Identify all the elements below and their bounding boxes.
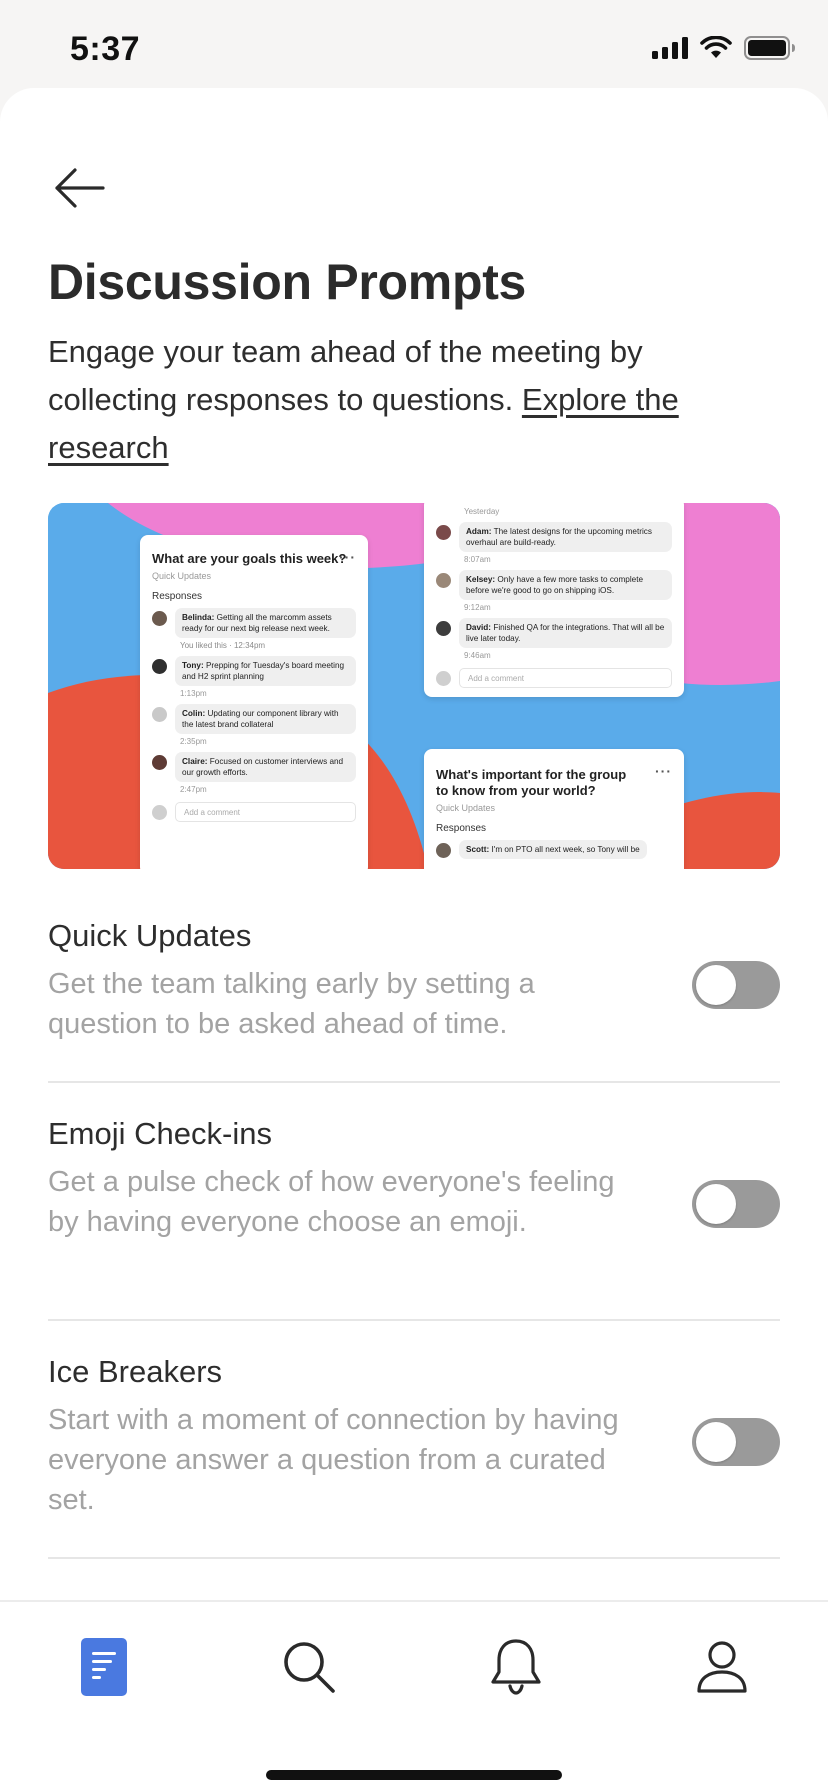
comment-bubble: David: Finished QA for the integrations.… xyxy=(459,618,672,648)
more-options-icon: ··· xyxy=(655,763,672,779)
search-icon xyxy=(284,1642,335,1693)
bottom-tab-bar xyxy=(0,1600,828,1792)
comment-input-row: Add a comment xyxy=(436,668,672,688)
hero-card-title: What's important for the group to know f… xyxy=(436,767,627,798)
comment-bubble: Claire: Focused on customer interviews a… xyxy=(175,752,356,782)
avatar xyxy=(436,525,451,540)
setting-title: Ice Breakers xyxy=(48,1354,223,1389)
comment-bubble: Adam: The latest designs for the upcomin… xyxy=(459,522,672,552)
comment-row: Kelsey: Only have a few more tasks to co… xyxy=(436,570,672,600)
comment-input: Add a comment xyxy=(175,802,356,822)
more-options-icon: ··· xyxy=(339,549,356,565)
avatar xyxy=(152,611,167,626)
toggle-knob xyxy=(696,1422,736,1462)
comment-meta: 8:07am xyxy=(464,555,491,564)
divider xyxy=(48,1557,780,1559)
comment-bubble: Kelsey: Only have a few more tasks to co… xyxy=(459,570,672,600)
comment-row: Adam: The latest designs for the upcomin… xyxy=(436,522,672,552)
toggle-knob xyxy=(696,965,736,1005)
comment-row: David: Finished QA for the integrations.… xyxy=(436,618,672,648)
status-bar: 5:37 xyxy=(0,0,828,100)
comment-meta: 1:13pm xyxy=(180,689,207,698)
main-sheet: Discussion Prompts Engage your team ahea… xyxy=(0,88,828,1792)
setting-description: Start with a moment of connection by hav… xyxy=(48,1404,619,1516)
avatar xyxy=(436,621,451,636)
wifi-icon xyxy=(700,36,732,58)
page-description: Engage your team ahead of the meeting by… xyxy=(48,328,748,472)
hero-card-title: What are your goals this week? xyxy=(152,551,347,566)
hero-card-subtitle: Quick Updates xyxy=(152,571,212,581)
comment-row: Colin: Updating our component library wi… xyxy=(152,704,356,734)
page-title: Discussion Prompts xyxy=(48,254,527,310)
tab-profile[interactable] xyxy=(677,1632,767,1702)
quick-updates-toggle[interactable] xyxy=(692,961,780,1009)
comment-meta: You liked this · 12:34pm xyxy=(180,641,266,650)
battery-icon xyxy=(744,36,795,60)
setting-ice-breakers: Ice Breakers Start with a moment of conn… xyxy=(48,1354,780,1520)
comment-meta: 2:35pm xyxy=(180,737,207,746)
hero-card-important: What's important for the group to know f… xyxy=(424,749,684,869)
divider xyxy=(48,1081,780,1083)
setting-description: Get a pulse check of how everyone's feel… xyxy=(48,1166,615,1238)
comment-bubble: Belinda: Getting all the marcomm assets … xyxy=(175,608,356,638)
avatar xyxy=(152,707,167,722)
setting-title: Emoji Check-ins xyxy=(48,1116,272,1151)
home-indicator xyxy=(266,1770,562,1780)
comment-row: Belinda: Getting all the marcomm assets … xyxy=(152,608,356,638)
comment-row: Claire: Focused on customer interviews a… xyxy=(152,752,356,782)
setting-emoji-checkins: Emoji Check-ins Get a pulse check of how… xyxy=(48,1116,780,1242)
avatar xyxy=(152,659,167,674)
setting-title: Quick Updates xyxy=(48,918,252,953)
ice-breakers-toggle[interactable] xyxy=(692,1418,780,1466)
cellular-signal-icon xyxy=(652,37,688,59)
comment-meta: 9:12am xyxy=(464,603,491,612)
hero-card-thread: Yesterday Adam: The latest designs for t… xyxy=(424,503,684,697)
tab-search[interactable] xyxy=(264,1632,354,1702)
tab-documents[interactable] xyxy=(59,1632,149,1702)
comment-bubble: Scott: I'm on PTO all next week, so Tony… xyxy=(459,840,647,859)
hero-card-subtitle: Quick Updates xyxy=(436,803,496,813)
status-icons xyxy=(652,36,796,60)
emoji-checkins-toggle[interactable] xyxy=(692,1180,780,1228)
avatar xyxy=(436,670,451,686)
comment-input: Add a comment xyxy=(459,668,672,688)
avatar xyxy=(152,804,167,820)
comment-bubble: Colin: Updating our component library wi… xyxy=(175,704,356,734)
status-time: 5:37 xyxy=(70,30,141,68)
hero-card-responses-label: Responses xyxy=(436,823,487,834)
comment-row: Scott: I'm on PTO all next week, so Tony… xyxy=(436,840,672,859)
comment-input-row: Add a comment xyxy=(152,802,356,822)
comment-meta: Yesterday xyxy=(464,507,500,516)
avatar xyxy=(436,843,451,858)
divider xyxy=(48,1319,780,1321)
tab-notifications[interactable] xyxy=(471,1632,561,1702)
arrow-left-icon xyxy=(55,168,105,208)
profile-icon xyxy=(697,1641,747,1693)
hero-illustration: What are your goals this week? ··· Quick… xyxy=(48,503,780,869)
hero-card-goals: What are your goals this week? ··· Quick… xyxy=(140,535,368,869)
hero-card-responses-label: Responses xyxy=(152,591,203,602)
comment-meta: 2:47pm xyxy=(180,785,207,794)
comment-row: Tony: Prepping for Tuesday's board meeti… xyxy=(152,656,356,686)
back-button[interactable] xyxy=(44,158,114,218)
comment-bubble: Tony: Prepping for Tuesday's board meeti… xyxy=(175,656,356,686)
avatar xyxy=(436,573,451,588)
avatar xyxy=(152,755,167,770)
comment-meta: 9:46am xyxy=(464,651,491,660)
toggle-knob xyxy=(696,1184,736,1224)
setting-quick-updates: Quick Updates Get the team talking early… xyxy=(48,918,780,1044)
bell-icon xyxy=(491,1639,541,1695)
document-icon xyxy=(81,1638,127,1696)
setting-description: Get the team talking early by setting a … xyxy=(48,968,535,1040)
